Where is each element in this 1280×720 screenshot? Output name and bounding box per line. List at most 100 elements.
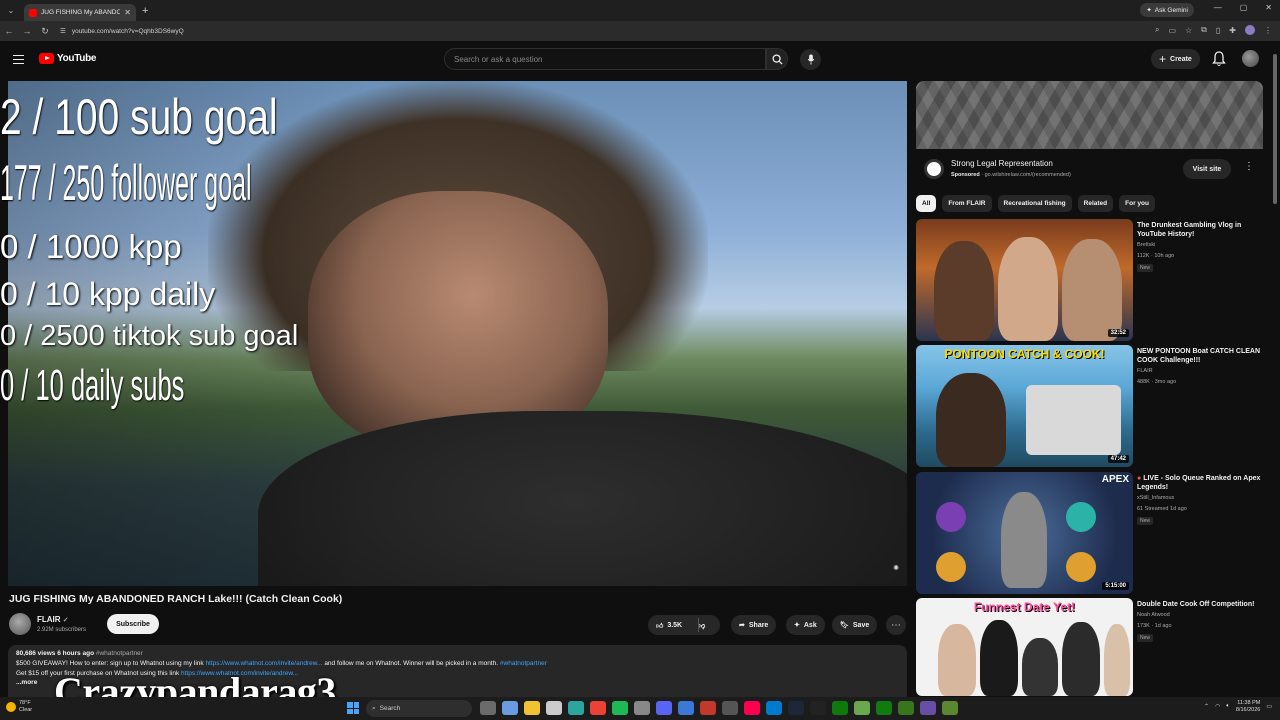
tiktok-icon[interactable] [744,701,760,715]
discord-icon[interactable] [656,701,672,715]
kick-icon[interactable] [810,701,826,715]
reload-icon[interactable]: ↻ [36,26,54,37]
back-icon[interactable]: ← [0,26,18,36]
notifications-bell-icon[interactable] [1212,51,1226,67]
close-window-icon[interactable]: ✕ [1265,3,1272,12]
clock-date: 8/16/2026 [1235,706,1261,713]
copilot-icon[interactable] [502,701,518,715]
channel-name-row[interactable]: FLAIR ✓ [37,615,69,624]
recommended-channel[interactable]: Brettski [1137,242,1155,248]
vscode-icon[interactable] [766,701,782,715]
subscribe-button[interactable]: Subscribe [107,614,159,634]
xbox-icon[interactable] [876,701,892,715]
recommended-video[interactable]: PONTOON CATCH & COOK! 47:42 NEW PONTOON … [916,345,1276,467]
scrollbar-thumb[interactable] [1273,54,1277,204]
close-tab-icon[interactable]: ✕ [124,8,131,17]
store-icon[interactable] [546,701,562,715]
ad-menu-icon[interactable]: ⋮ [1244,161,1254,172]
plus-icon: + [1159,52,1167,66]
like-button[interactable]: 👍︎ 3.5K [656,621,682,630]
chip-for-you[interactable]: For you [1119,195,1155,212]
recommended-video[interactable]: 32:52 The Drunkest Gambling Vlog in YouT… [916,219,1276,341]
whatnot-invite-link[interactable]: https://www.whatnot.com/invite/andrew... [205,660,322,667]
recommended-channel[interactable]: xStill_Infamous [1137,495,1174,501]
app-icon[interactable] [854,701,870,715]
recommended-meta: 112K · 10h ago [1137,253,1175,259]
calculator-icon[interactable] [700,701,716,715]
app-icon[interactable] [634,701,650,715]
description-hashtag[interactable]: #whatnotpartner [96,650,143,657]
voice-search-button[interactable] [800,49,821,70]
video-thumbnail[interactable]: PONTOON CATCH & COOK! 47:42 [916,345,1133,467]
forward-icon[interactable]: → [18,26,36,36]
browser-menu-icon[interactable]: ⋮ [1264,26,1272,35]
recommended-video[interactable]: APEX 5:15:00 ● LIVE - Solo Queue Ranked … [916,472,1276,594]
url-field[interactable]: ☰ youtube.com/watch?v=Qqhb3DS6wyQ [60,27,184,36]
maximize-icon[interactable]: ▢ [1240,3,1248,12]
taskbar-search[interactable]: ⌕ Search [366,700,472,717]
weather-widget[interactable]: 78°F Clear [6,700,32,713]
recommended-channel[interactable]: FLAIR [1137,368,1153,374]
new-tab-icon[interactable]: + [142,5,148,17]
sidebar-icon[interactable]: ▯ [1216,26,1220,35]
cast-icon[interactable]: ▭ [1168,26,1176,35]
video-thumbnail[interactable]: 32:52 [916,219,1133,341]
site-info-icon[interactable]: ☰ [60,27,66,35]
app-icon[interactable] [832,701,848,715]
steam-icon[interactable] [788,701,804,715]
video-thumbnail[interactable]: Funnest Date Yet! [916,598,1133,696]
page-scrollbar[interactable] [1272,44,1278,694]
channel-avatar[interactable] [9,613,31,635]
user-avatar[interactable] [1242,50,1259,67]
more-actions-icon[interactable]: ⋯ [886,615,906,635]
video-thumbnail[interactable]: APEX 5:15:00 [916,472,1133,594]
zoom-icon[interactable]: ⌕ [1155,25,1159,35]
spotify-icon[interactable] [612,701,628,715]
puzzle-icon[interactable]: ✚ [1229,26,1236,35]
recommended-video[interactable]: Funnest Date Yet! Double Date Cook Off C… [916,598,1276,696]
extensions-icon[interactable]: ⧉ [1201,25,1207,35]
minimize-icon[interactable]: — [1214,3,1222,12]
app-icon[interactable] [678,701,694,715]
app-icon[interactable] [722,701,738,715]
bookmark-star-icon[interactable]: ☆ [1185,26,1192,35]
browser-tab-active[interactable]: JUG FISHING My ABANDONED RANCH Lake!!! (… [24,4,136,21]
sponsored-ad-card[interactable]: Strong Legal Representation Sponsored · … [916,81,1263,188]
create-button[interactable]: + Create [1151,49,1200,69]
chip-from-flair[interactable]: From FLAIR [942,195,992,212]
app-icon[interactable] [898,701,914,715]
wifi-icon[interactable]: ◠ [1215,703,1220,710]
tab-list-icon[interactable]: ⌄ [4,4,18,18]
file-explorer-icon[interactable] [524,701,540,715]
save-button[interactable]: 🔖︎ Save [832,615,878,635]
chip-recreational-fishing[interactable]: Recreational fishing [997,195,1072,212]
ad-banner-image[interactable] [916,81,1263,149]
search-button[interactable] [766,48,788,70]
youtube-logo-text: YouTube [57,53,97,64]
notifications-icon[interactable]: ▭ [1266,703,1272,710]
visit-site-button[interactable]: Visit site [1183,159,1231,179]
description-hashtag-link[interactable]: #whatnotpartner [500,660,547,667]
windows-start-icon[interactable] [347,702,359,714]
chip-all[interactable]: All [916,195,937,212]
tray-chevron-icon[interactable]: ⌃ [1204,703,1209,710]
search-input[interactable] [454,54,765,64]
ask-gemini-button[interactable]: ✦ Ask Gemini [1140,3,1194,17]
edge-icon[interactable] [568,701,584,715]
recommended-channel[interactable]: Noah Atwood [1137,612,1170,618]
task-view-icon[interactable] [480,701,496,715]
chip-related[interactable]: Related [1077,195,1114,212]
youtube-logo[interactable]: YouTube [39,53,97,64]
taskbar-search-icon: ⌕ [372,704,376,712]
app-icon[interactable] [920,701,936,715]
hamburger-menu-icon[interactable] [13,55,24,64]
ask-button[interactable]: ✦ Ask [786,615,825,635]
volume-icon[interactable]: 🔈︎ [1226,703,1230,710]
profile-avatar[interactable] [1245,25,1255,35]
chrome-icon[interactable] [590,701,606,715]
minecraft-icon[interactable] [942,701,958,715]
taskbar-clock[interactable]: 11:38 PM 8/16/2026 [1236,700,1260,713]
share-button[interactable]: ➦ Share [731,615,777,635]
dislike-button[interactable]: 👎︎ [698,621,705,630]
video-title: JUG FISHING My ABANDONED RANCH Lake!!! (… [9,593,343,605]
